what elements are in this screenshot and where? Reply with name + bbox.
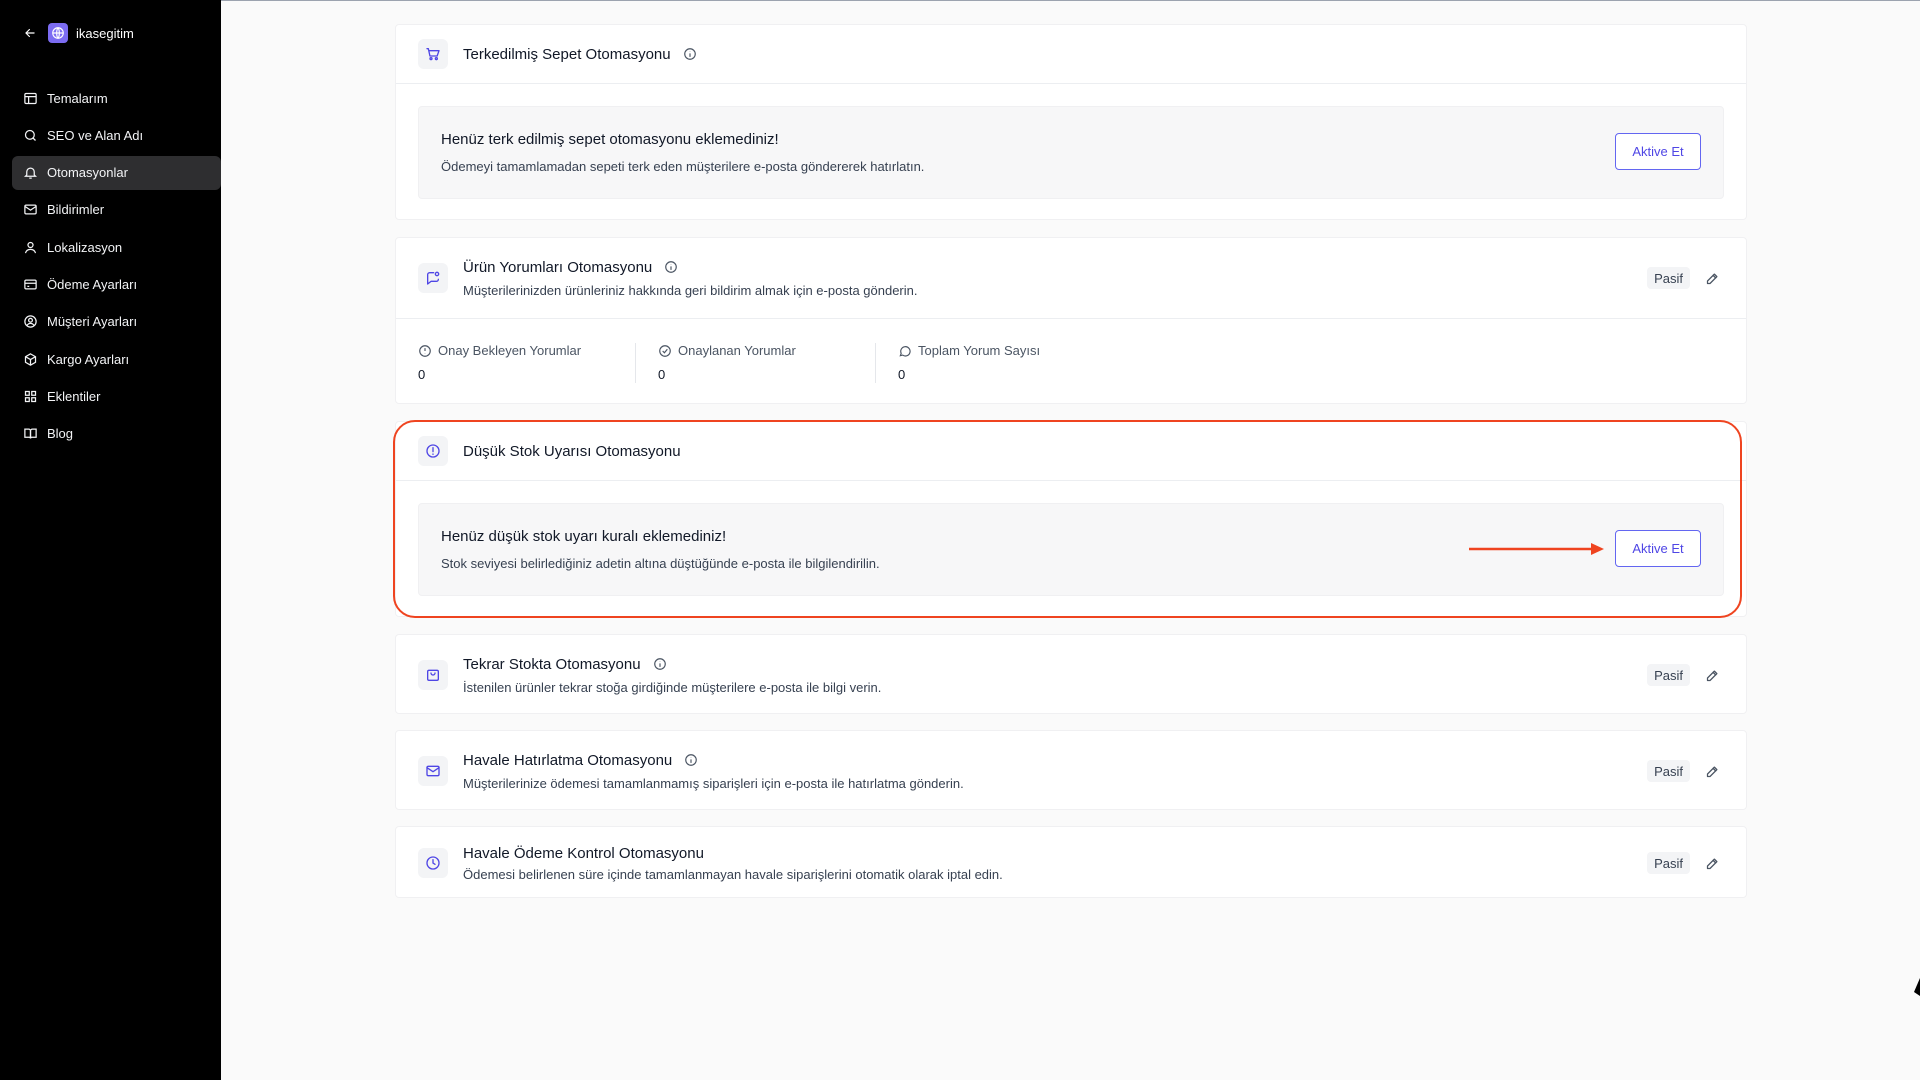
stat-label: Onaylanan Yorumlar (678, 343, 796, 358)
stat-pending: Onay Bekleyen Yorumlar 0 (418, 343, 636, 383)
sidebar-item-label: Temalarım (47, 90, 108, 106)
credit-card-icon (22, 276, 38, 292)
back-arrow-icon[interactable] (22, 25, 38, 41)
card-header: Tekrar Stokta Otomasyonu İstenilen ürünl… (396, 635, 1746, 715)
package-icon (22, 351, 38, 367)
sidebar-item-blog[interactable]: Blog (12, 417, 221, 451)
pencil-icon[interactable] (1704, 763, 1720, 779)
card-title: Tekrar Stokta Otomasyonu (463, 655, 641, 673)
mail-icon (418, 756, 448, 786)
transfer-control-card: Havale Ödeme Kontrol Otomasyonu Ödemesi … (395, 826, 1747, 898)
cursor-fragment-icon (1914, 978, 1920, 996)
clock-icon (418, 848, 448, 878)
info-icon[interactable] (683, 47, 697, 61)
back-in-stock-card: Tekrar Stokta Otomasyonu İstenilen ürünl… (395, 634, 1747, 714)
card-desc: Müşterilerinize ödemesi tamamlanmamış si… (463, 775, 964, 791)
card-title: Terkedilmiş Sepet Otomasyonu (463, 45, 671, 63)
sidebar-item-eklentiler[interactable]: Eklentiler (12, 379, 221, 413)
info-icon[interactable] (653, 657, 667, 671)
mail-icon (22, 202, 38, 218)
empty-state: Henüz terk edilmiş sepet otomasyonu ekle… (418, 106, 1724, 199)
shopping-bag-icon (418, 660, 448, 690)
sidebar-item-otomasyonlar[interactable]: Otomasyonlar (12, 155, 221, 190)
stat-total: Toplam Yorum Sayısı 0 (898, 343, 1116, 383)
stat-value: 0 (418, 367, 426, 382)
sidebar-item-label: SEO ve Alan Adı (47, 127, 144, 143)
top-divider (221, 0, 1920, 1)
empty-state-desc: Ödemeyi tamamlamadan sepeti terk eden mü… (441, 159, 925, 174)
message-heart-icon (418, 263, 448, 293)
sidebar-item-lokalizasyon[interactable]: Lokalizasyon (12, 230, 221, 264)
card-header: Havale Ödeme Kontrol Otomasyonu Ödemesi … (396, 827, 1746, 899)
shopping-cart-icon (418, 39, 448, 69)
stat-value: 0 (658, 367, 666, 382)
highlight-annotation (393, 420, 1742, 618)
sidebar-item-label: Blog (47, 426, 74, 442)
sidebar: ikasegitim Temalarım SEO ve Alan Adı Oto… (0, 0, 221, 1080)
book-icon (22, 426, 38, 442)
stat-label: Toplam Yorum Sayısı (918, 343, 1041, 358)
sidebar-item-musteri[interactable]: Müşteri Ayarları (12, 305, 221, 339)
pencil-icon[interactable] (1704, 855, 1720, 871)
search-icon (22, 127, 38, 143)
stat-label: Onay Bekleyen Yorumlar (438, 343, 582, 358)
info-icon[interactable] (684, 753, 698, 767)
sidebar-item-label: Müşteri Ayarları (47, 314, 138, 330)
card-desc: Ödemesi belirlenen süre içinde tamamlanm… (463, 866, 1003, 882)
message-circle-icon (898, 344, 912, 358)
sidebar-item-bildirimler[interactable]: Bildirimler (12, 193, 221, 227)
sidebar-header: ikasegitim (22, 22, 134, 44)
arrow-annotation-icon (1469, 543, 1604, 555)
card-desc: Müşterilerinizden ürünleriniz hakkında g… (463, 282, 918, 298)
status-badge: Pasif (1647, 664, 1690, 686)
card-header: Ürün Yorumları Otomasyonu Müşterileriniz… (396, 238, 1746, 318)
sidebar-nav: Temalarım SEO ve Alan Adı Otomasyonlar B… (12, 81, 221, 454)
user-location-icon (22, 239, 38, 255)
pencil-icon[interactable] (1704, 667, 1720, 683)
sidebar-item-label: Bildirimler (47, 202, 105, 218)
pencil-icon[interactable] (1704, 270, 1720, 286)
status-badge: Pasif (1647, 760, 1690, 782)
card-divider (396, 83, 1746, 84)
card-desc: İstenilen ürünler tekrar stoğa girdiğind… (463, 679, 882, 695)
sidebar-item-label: Ödeme Ayarları (47, 276, 138, 292)
grid-icon (22, 388, 38, 404)
card-title: Havale Hatırlatma Otomasyonu (463, 751, 673, 769)
sidebar-item-odeme[interactable]: Ödeme Ayarları (12, 267, 221, 301)
sidebar-item-temalarim[interactable]: Temalarım (12, 81, 221, 115)
card-title: Ürün Yorumları Otomasyonu (463, 258, 653, 276)
store-globe-icon (48, 23, 68, 43)
stat-value: 0 (898, 367, 906, 382)
reviews-card: Ürün Yorumları Otomasyonu Müşterileriniz… (395, 237, 1747, 404)
activate-button[interactable]: Aktive Et (1615, 133, 1701, 170)
layout-icon (22, 90, 38, 106)
sidebar-item-seo[interactable]: SEO ve Alan Adı (12, 118, 221, 152)
bell-icon (22, 165, 38, 181)
sidebar-item-label: Eklentiler (47, 388, 101, 404)
sidebar-item-label: Otomasyonlar (47, 165, 128, 181)
card-header: Havale Hatırlatma Otomasyonu Müşterileri… (396, 731, 1746, 811)
card-header: Terkedilmiş Sepet Otomasyonu (396, 25, 1746, 83)
clock-alert-icon (418, 344, 432, 358)
empty-state-title: Henüz terk edilmiş sepet otomasyonu ekle… (441, 131, 779, 148)
transfer-reminder-card: Havale Hatırlatma Otomasyonu Müşterileri… (395, 730, 1747, 810)
store-name[interactable]: ikasegitim (76, 26, 134, 41)
status-badge: Pasif (1647, 852, 1690, 874)
review-stats: Onay Bekleyen Yorumlar 0 Onaylanan Yorum… (396, 319, 1746, 408)
card-title: Havale Ödeme Kontrol Otomasyonu (463, 844, 704, 862)
stat-approved: Onaylanan Yorumlar 0 (658, 343, 876, 383)
sidebar-item-label: Kargo Ayarları (47, 351, 130, 367)
user-circle-icon (22, 314, 38, 330)
sidebar-item-label: Lokalizasyon (47, 239, 123, 255)
status-badge: Pasif (1647, 267, 1690, 289)
sidebar-item-kargo[interactable]: Kargo Ayarları (12, 342, 221, 376)
check-circle-icon (658, 344, 672, 358)
info-icon[interactable] (664, 260, 678, 274)
abandoned-cart-card: Terkedilmiş Sepet Otomasyonu Henüz terk … (395, 24, 1747, 220)
